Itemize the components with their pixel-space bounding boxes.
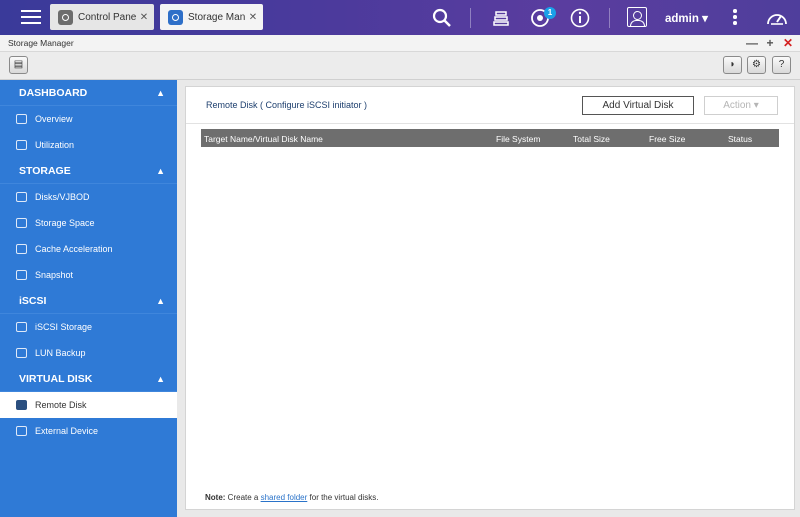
sidebar-item-disks[interactable]: Disks/VJBOD [0, 184, 177, 210]
section-dashboard[interactable]: DASHBOARD ▲ [0, 80, 177, 106]
storage-space-icon [16, 218, 27, 228]
divider [609, 8, 610, 28]
username[interactable]: admin ▾ [665, 11, 708, 25]
note-label: Note: [205, 493, 226, 502]
notification-badge: 1 [544, 7, 556, 19]
menu-icon[interactable] [18, 7, 44, 27]
gear-icon [58, 9, 73, 25]
note-pre: Create a [225, 493, 261, 502]
stack-icon[interactable] [490, 7, 512, 29]
sidebar-item-iscsi-storage[interactable]: iSCSI Storage [0, 314, 177, 340]
main-panel: Remote Disk ( Configure iSCSI initiator … [185, 86, 795, 510]
search-icon[interactable] [431, 7, 453, 29]
settings-button[interactable]: ⚙ [747, 56, 766, 74]
shared-folder-link[interactable]: shared folder [261, 493, 308, 502]
breadcrumb: Remote Disk ( Configure iSCSI initiator … [206, 100, 368, 110]
info-icon[interactable] [569, 7, 591, 29]
section-label: STORAGE [19, 165, 71, 177]
note-post: for the virtual disks. [307, 493, 379, 502]
sidebar-item-external-device[interactable]: External Device [0, 418, 177, 444]
layout-toggle-button[interactable]: ▤ [9, 56, 28, 74]
column-free-size[interactable]: Free Size [649, 134, 685, 144]
column-total-size[interactable]: Total Size [573, 134, 610, 144]
sidebar-item-remote-disk[interactable]: Remote Disk [0, 392, 177, 418]
tab-label: Control Panel [78, 11, 137, 23]
section-iscsi[interactable]: iSCSI ▲ [0, 288, 177, 314]
sidebar-item-label: External Device [35, 426, 99, 436]
sidebar-item-utilization[interactable]: Utilization [0, 132, 177, 158]
storage-icon [168, 9, 183, 25]
chevron-up-icon: ▲ [156, 88, 165, 98]
top-bar: Control Panel ✕ Storage Man... ✕ 1 admin… [0, 0, 800, 35]
sidebar-item-storage-space[interactable]: Storage Space [0, 210, 177, 236]
window-title: Storage Manager [0, 35, 800, 52]
add-virtual-disk-button[interactable]: Add Virtual Disk [582, 96, 694, 115]
section-storage[interactable]: STORAGE ▲ [0, 158, 177, 184]
external-device-icon [16, 426, 27, 436]
tab-label: Storage Man... [188, 11, 246, 23]
remote-disk-icon [16, 400, 27, 410]
cache-icon [16, 244, 27, 254]
close-icon[interactable]: ✕ [246, 12, 260, 23]
disk-icon [16, 192, 27, 202]
snapshot-icon [16, 270, 27, 280]
minimize-button[interactable]: — [745, 35, 759, 52]
username-label: admin [665, 13, 699, 25]
tab-control-panel[interactable]: Control Panel ✕ [50, 4, 154, 30]
sidebar-item-label: LUN Backup [35, 348, 86, 358]
sidebar-item-label: Remote Disk [35, 400, 87, 410]
sidebar-item-cache[interactable]: Cache Acceleration [0, 236, 177, 262]
table-header: Target Name/Virtual Disk Name File Syste… [201, 129, 779, 147]
maximize-button[interactable]: + [763, 35, 777, 52]
action-label: Action [723, 100, 751, 111]
more-options-icon[interactable] [733, 9, 737, 27]
sidebar-item-label: Cache Acceleration [35, 244, 113, 254]
sidebar-item-label: iSCSI Storage [35, 322, 93, 332]
sidebar-item-label: Disks/VJBOD [35, 192, 90, 202]
iscsi-icon [16, 322, 27, 332]
overview-icon [16, 114, 27, 124]
close-icon[interactable]: ✕ [137, 12, 151, 23]
dashboard-gauge-icon[interactable] [765, 7, 789, 29]
panel-header: Remote Disk ( Configure iSCSI initiator … [186, 87, 794, 124]
sidebar: DASHBOARD ▲ Overview Utilization STORAGE ▲… [0, 80, 177, 517]
note-text: Note: Create a shared folder for the vir… [205, 493, 378, 502]
chevron-up-icon: ▲ [156, 374, 165, 384]
divider [470, 8, 471, 28]
chevron-up-icon: ▲ [156, 166, 165, 176]
toolbar: ▤ ◗ ⚙ ? [0, 52, 800, 80]
sidebar-item-label: Overview [35, 114, 73, 124]
column-status[interactable]: Status [728, 134, 752, 144]
tab-storage-manager[interactable]: Storage Man... ✕ [160, 4, 263, 30]
sidebar-item-label: Storage Space [35, 218, 95, 228]
sidebar-item-label: Utilization [35, 140, 75, 150]
sidebar-item-label: Snapshot [35, 270, 74, 280]
sidebar-item-overview[interactable]: Overview [0, 106, 177, 132]
sidebar-item-snapshot[interactable]: Snapshot [0, 262, 177, 288]
chart-icon [16, 140, 27, 150]
column-file-system[interactable]: File System [496, 134, 540, 144]
action-dropdown[interactable]: Action ▾ [704, 96, 778, 115]
section-label: iSCSI [19, 295, 47, 307]
eject-button[interactable]: ◗ [723, 56, 742, 74]
help-button[interactable]: ? [772, 56, 791, 74]
sidebar-item-lun-backup[interactable]: LUN Backup [0, 340, 177, 366]
column-target-name[interactable]: Target Name/Virtual Disk Name [204, 134, 323, 144]
close-window-button[interactable]: ✕ [781, 35, 795, 52]
chevron-up-icon: ▲ [156, 296, 165, 306]
backup-icon [16, 348, 27, 358]
section-label: DASHBOARD [19, 87, 88, 99]
user-icon[interactable] [627, 7, 647, 27]
section-virtual-disk[interactable]: VIRTUAL DISK ▲ [0, 366, 177, 392]
section-label: VIRTUAL DISK [19, 373, 93, 385]
